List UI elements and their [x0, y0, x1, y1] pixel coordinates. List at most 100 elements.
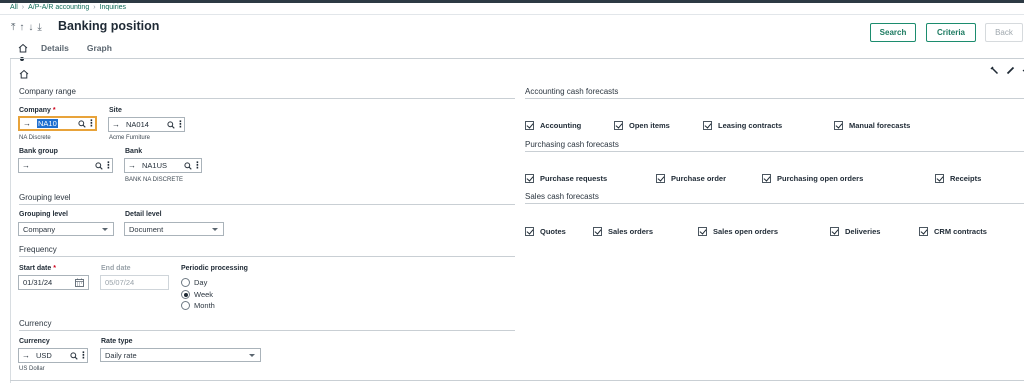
radio-button[interactable]	[181, 290, 190, 299]
toolbar-tools	[990, 66, 1024, 77]
top-border	[0, 0, 1024, 3]
arrow-right-icon[interactable]: →	[109, 120, 123, 129]
start-date-label: Start date *	[19, 265, 56, 272]
more-vertical-icon[interactable]: ⋮	[104, 161, 113, 170]
checkbox-accounting[interactable]: Accounting	[525, 121, 581, 130]
checkbox-purchase-order[interactable]: Purchase order	[656, 174, 726, 183]
checkbox-quotes[interactable]: Quotes	[525, 227, 566, 236]
home-icon[interactable]	[18, 43, 28, 53]
currency-section-title: Currency	[19, 319, 52, 328]
breadcrumb-all[interactable]: All	[10, 4, 18, 11]
caret-down-icon	[212, 228, 218, 231]
bank-description: BANK NA DISCRETE	[125, 177, 184, 183]
detail-level-select[interactable]: Document	[124, 222, 224, 236]
site-label: Site	[109, 107, 122, 114]
wrench-icon[interactable]	[990, 66, 999, 77]
company-field[interactable]: → NA10 ⋮	[18, 116, 97, 131]
breadcrumb-inquiries[interactable]: Inquiries	[100, 4, 126, 11]
checkbox[interactable]	[830, 227, 839, 236]
checkbox[interactable]	[762, 174, 771, 183]
more-vertical-icon[interactable]: ⋮	[79, 351, 88, 360]
company-range-title: Company range	[19, 87, 76, 96]
start-date-field[interactable]: 01/31/24	[18, 275, 89, 290]
checkbox[interactable]	[525, 121, 534, 130]
criteria-button[interactable]: Criteria	[926, 23, 976, 42]
caret-down-icon	[102, 228, 108, 231]
caret-down-icon	[249, 354, 255, 357]
end-date-label: End date	[101, 265, 131, 272]
grouping-level-value: Company	[23, 224, 56, 234]
arrow-right-icon[interactable]: →	[125, 161, 139, 170]
bank-field[interactable]: → NA1US ⋮	[124, 158, 202, 173]
checkbox-open-items[interactable]: Open items	[614, 121, 670, 130]
checkbox-sales-open-orders[interactable]: Sales open orders	[698, 227, 778, 236]
currency-label: Currency	[19, 338, 50, 345]
checkbox-label: Deliveries	[845, 227, 881, 236]
section-divider	[19, 204, 515, 205]
pencil-icon[interactable]	[1006, 66, 1015, 77]
site-field[interactable]: → NA014 ⋮	[108, 117, 185, 132]
radio-day-label: Day	[194, 278, 208, 287]
radio-week[interactable]: Week	[181, 290, 213, 299]
checkbox-label: Manual forecasts	[849, 121, 911, 130]
radio-button[interactable]	[181, 301, 190, 310]
search-icon[interactable]	[182, 160, 193, 171]
arrow-right-icon[interactable]: →	[20, 119, 34, 128]
search-icon[interactable]	[165, 119, 176, 130]
arrow-right-icon[interactable]: →	[19, 161, 33, 170]
checkbox-manual-forecasts[interactable]: Manual forecasts	[834, 121, 910, 130]
last-record-icon[interactable]: ⤓	[37, 22, 41, 33]
checkbox[interactable]	[656, 174, 665, 183]
checkbox-purchase-requests[interactable]: Purchase requests	[525, 174, 607, 183]
tab-graph[interactable]: Graph	[87, 43, 112, 53]
end-date-field: 05/07/24	[100, 275, 169, 290]
checkbox[interactable]	[698, 227, 707, 236]
checkbox-leasing-contracts[interactable]: Leasing contracts	[703, 121, 782, 130]
checkbox[interactable]	[834, 121, 843, 130]
checkbox[interactable]	[935, 174, 944, 183]
rate-type-select[interactable]: Daily rate	[100, 348, 261, 362]
record-navigation: ⤒ ↑ ↓ ⤓	[11, 22, 42, 33]
radio-month-label: Month	[194, 301, 215, 310]
radio-day[interactable]: Day	[181, 278, 207, 287]
periodic-processing-label: Periodic processing	[181, 265, 248, 272]
first-record-icon[interactable]: ⤒	[11, 22, 15, 33]
search-icon[interactable]	[68, 350, 79, 361]
currency-field[interactable]: → USD ⋮	[18, 348, 88, 363]
next-record-icon[interactable]: ↓	[28, 22, 33, 33]
checkbox[interactable]	[703, 121, 712, 130]
checkbox-label: Receipts	[950, 174, 982, 183]
more-vertical-icon[interactable]: ⋮	[87, 119, 96, 128]
radio-button[interactable]	[181, 278, 190, 287]
checkbox[interactable]	[919, 227, 928, 236]
arrow-right-icon[interactable]: →	[19, 351, 33, 360]
checkbox-sales-orders[interactable]: Sales orders	[593, 227, 653, 236]
checkbox[interactable]	[614, 121, 623, 130]
bank-group-label: Bank group	[19, 148, 58, 155]
more-vertical-icon[interactable]: ⋮	[176, 120, 185, 129]
more-vertical-icon[interactable]: ⋮	[193, 161, 202, 170]
checkbox[interactable]	[525, 227, 534, 236]
search-icon[interactable]	[76, 118, 87, 129]
bank-group-field[interactable]: → ⋮	[18, 158, 113, 173]
calendar-icon[interactable]	[74, 277, 85, 288]
home-icon[interactable]	[19, 66, 29, 79]
checkbox-label: Purchase order	[671, 174, 727, 183]
checkbox-label: Sales open orders	[713, 227, 779, 236]
section-divider	[19, 330, 515, 331]
back-button[interactable]: Back	[985, 23, 1023, 42]
checkbox[interactable]	[593, 227, 602, 236]
checkbox-receipts[interactable]: Receipts	[935, 174, 981, 183]
breadcrumb-ap-ar[interactable]: A/P-A/R accounting	[28, 4, 89, 11]
radio-month[interactable]: Month	[181, 301, 215, 310]
tab-bar: Details Graph	[18, 43, 130, 53]
previous-record-icon[interactable]: ↑	[19, 22, 24, 33]
checkbox-crm-contracts[interactable]: CRM contracts	[919, 227, 987, 236]
tab-details[interactable]: Details	[41, 43, 69, 53]
grouping-level-select[interactable]: Company	[18, 222, 114, 236]
checkbox[interactable]	[525, 174, 534, 183]
checkbox-purchasing-open-orders[interactable]: Purchasing open orders	[762, 174, 863, 183]
checkbox-deliveries[interactable]: Deliveries	[830, 227, 880, 236]
search-icon[interactable]	[93, 160, 104, 171]
search-button[interactable]: Search	[870, 23, 916, 42]
